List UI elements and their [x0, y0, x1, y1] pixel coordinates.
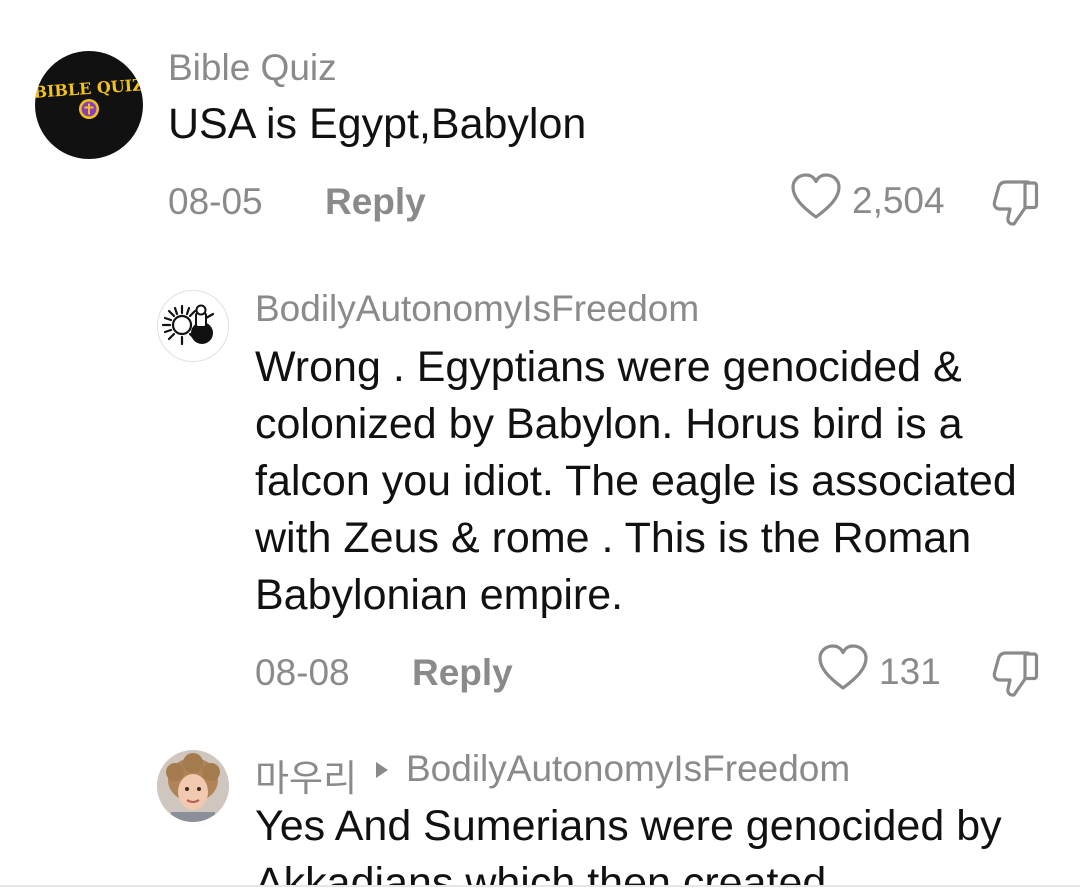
- avatar-logo-text: BIBLE QUIZ: [35, 75, 143, 102]
- sun-figure-icon: [161, 304, 215, 346]
- avatar[interactable]: BIBLE QUIZ: [35, 51, 143, 159]
- comment-2: BodilyAutonomyIsFreedom Wrong . Egyptian…: [0, 260, 1080, 710]
- comment-1: BIBLE QUIZ Bible Quiz USA is Egypt,Babyl…: [0, 0, 1080, 250]
- like-count: 131: [879, 651, 941, 692]
- avatar[interactable]: [157, 750, 229, 822]
- heart-outline-icon: [817, 643, 869, 701]
- comment-date: 08-05: [168, 181, 263, 222]
- comment-3: 마우리 BodilyAutonomyIsFreedom Yes And Sume…: [0, 730, 1080, 885]
- like-button[interactable]: 131: [817, 643, 941, 697]
- comment-text: Wrong . Egyptians were genocided & colon…: [255, 343, 1029, 619]
- username[interactable]: Bible Quiz: [168, 47, 337, 89]
- heart-outline-icon: [790, 172, 842, 230]
- comment-date: 08-08: [255, 652, 350, 693]
- reply-button[interactable]: Reply: [325, 181, 426, 223]
- avatar[interactable]: [157, 290, 229, 362]
- divider: [0, 885, 1080, 887]
- triangle-right-icon: [374, 760, 390, 785]
- username[interactable]: 마우리: [255, 748, 357, 802]
- like-count: 2,504: [852, 180, 945, 221]
- reply-to-username[interactable]: BodilyAutonomyIsFreedom: [406, 748, 850, 790]
- thumbs-down-outline-icon[interactable]: [990, 178, 1040, 231]
- like-button[interactable]: 2,504: [790, 172, 945, 226]
- bible-quiz-logo-icon: BIBLE QUIZ: [35, 75, 143, 119]
- comment-text: Yes And Sumerians were genocided by Akka…: [255, 802, 1012, 885]
- thumbs-down-outline-icon[interactable]: [990, 649, 1040, 702]
- username[interactable]: BodilyAutonomyIsFreedom: [255, 288, 699, 330]
- user-photo-icon: [157, 750, 229, 822]
- comment-text: USA is Egypt,Babylon: [168, 100, 587, 148]
- reply-button[interactable]: Reply: [412, 652, 513, 694]
